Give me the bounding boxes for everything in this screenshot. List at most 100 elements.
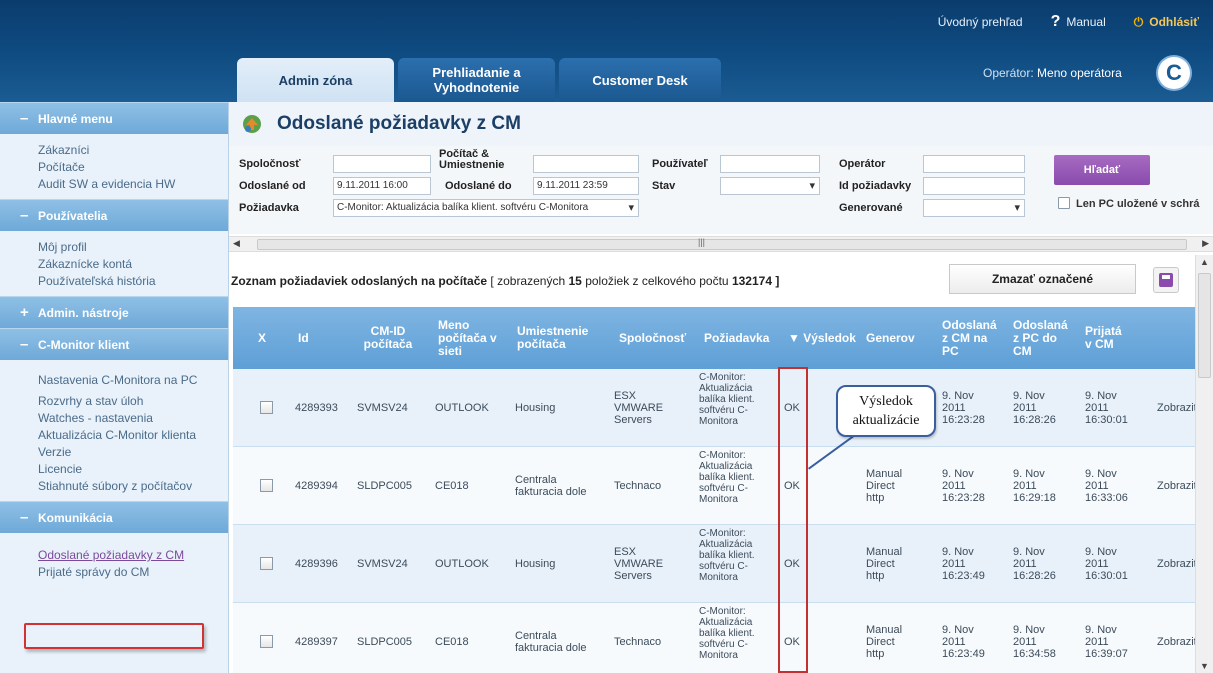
tab-customer-label: Customer Desk	[592, 72, 688, 88]
sent-from-input[interactable]: 9.11.2011 16:00	[333, 177, 431, 195]
col-location[interactable]: Umiestnenie počítača	[517, 307, 588, 369]
sidebar-item-versions[interactable]: Verzie	[38, 444, 228, 461]
col-sent-pc[interactable]: Odoslaná z PC do CM	[1013, 307, 1068, 369]
manual-link[interactable]: ? Manual	[1037, 13, 1120, 31]
vertical-scrollbar[interactable]: ▲ ▼	[1195, 255, 1213, 673]
sidebar-item-cm-settings[interactable]: Nastavenia C-Monitora na PC	[38, 372, 228, 389]
cell-req-4: softvéru C-	[699, 561, 748, 572]
show-link[interactable]: Zobraziť	[1157, 480, 1198, 492]
scroll-right-icon[interactable]: ▶	[1202, 238, 1209, 249]
cell-year: 2011	[1085, 558, 1109, 570]
sidebar-item-received-messages[interactable]: Prijaté správy do CM	[38, 564, 228, 581]
sidebar-item-my-profile[interactable]: Môj profil	[38, 239, 228, 256]
sidebar-section-admin-tools[interactable]: + Admin. nástroje	[0, 296, 228, 328]
sidebar-item-audit[interactable]: Audit SW a evidencia HW	[38, 176, 228, 193]
collapse-icon: –	[20, 207, 29, 224]
section-title: Komunikácia	[38, 510, 113, 525]
operator-input[interactable]	[923, 155, 1025, 173]
scroll-left-icon[interactable]: ◀	[233, 238, 240, 249]
cell-gen-3: http	[866, 492, 885, 504]
request-id-input[interactable]	[923, 177, 1025, 195]
state-select[interactable]	[720, 177, 820, 195]
overview-link[interactable]: Úvodný prehľad	[924, 15, 1037, 29]
sidebar-item-watches[interactable]: Watches - nastavenia	[38, 410, 228, 427]
request-select[interactable]: C-Monitor: Aktualizácia balíka klient. s…	[333, 199, 639, 217]
company-input[interactable]	[333, 155, 431, 173]
vertical-scroll-thumb[interactable]	[1198, 273, 1211, 378]
cell-company: ESX VMWARE Servers	[614, 546, 663, 582]
highlight-frame	[24, 623, 204, 649]
manual-link-label: Manual	[1066, 15, 1106, 29]
user-input[interactable]	[720, 155, 820, 173]
cell-comp-1: ESX	[614, 546, 637, 558]
sidebar-item-downloaded-files[interactable]: Stiahnuté súbory z počítačov	[38, 478, 228, 495]
delete-selected-button[interactable]: Zmazať označené	[949, 264, 1136, 294]
save-button[interactable]	[1153, 267, 1179, 293]
horizontal-scrollbar[interactable]: ◀ ||| ▶	[229, 236, 1213, 252]
app-logo-letter: C	[1166, 60, 1182, 85]
search-button[interactable]: Hľadať	[1054, 155, 1150, 185]
tab-customer-desk[interactable]: Customer Desk	[559, 58, 721, 102]
sidebar-item-customers[interactable]: Zákazníci	[38, 142, 228, 159]
col-x[interactable]: X	[258, 307, 266, 369]
col-generated[interactable]: Generov	[866, 307, 915, 369]
show-link[interactable]: Zobraziť	[1157, 558, 1198, 570]
table-row[interactable]: 4289396 SVMSV24 OUTLOOK Housing ESX VMWAR…	[233, 525, 1198, 603]
sidebar-item-customer-accounts[interactable]: Zákaznícke kontá	[38, 256, 228, 273]
tab-admin-zone[interactable]: Admin zóna	[237, 58, 394, 102]
sidebar-item-user-history[interactable]: Používateľská história	[38, 273, 228, 290]
cell-comp-1: ESX	[614, 390, 637, 402]
show-link[interactable]: Zobraziť	[1157, 636, 1198, 648]
total-count: 132174	[731, 274, 772, 288]
table-row[interactable]: 4289394 SLDPC005 CE018 Centrala fakturaci…	[233, 447, 1198, 525]
cell-cmid: SLDPC005	[357, 480, 413, 492]
sidebar-item-computers[interactable]: Počítače	[38, 159, 228, 176]
only-saved-checkbox[interactable]	[1058, 197, 1070, 209]
scroll-up-icon[interactable]: ▲	[1200, 257, 1209, 267]
horizontal-scroll-thumb[interactable]: |||	[257, 237, 1187, 250]
collapse-icon: –	[20, 110, 29, 127]
sidebar-item-sent-requests[interactable]: Odoslané požiadavky z CM	[38, 547, 228, 564]
sidebar-section-communication[interactable]: – Komunikácia	[0, 501, 228, 533]
cell-req-5: Monitora	[699, 416, 738, 427]
col-sent-cm[interactable]: Odoslaná z CM na PC	[942, 307, 997, 369]
sidebar-item-schedules[interactable]: Rozvrhy a stav úloh	[38, 393, 228, 410]
sidebar-section-cmonitor[interactable]: – C-Monitor klient	[0, 328, 228, 360]
sidebar-item-licenses[interactable]: Licencie	[38, 461, 228, 478]
collapse-icon: –	[20, 509, 29, 526]
row-checkbox[interactable]	[260, 557, 273, 570]
row-checkbox[interactable]	[260, 401, 273, 414]
sidebar-section-main-menu[interactable]: – Hlavné menu	[0, 102, 228, 134]
col-cmid[interactable]: CM-ID počítača	[358, 307, 418, 369]
cell-sent-cm: 9. Nov 2011 16:23:49	[942, 624, 985, 660]
section-title: Admin. nástroje	[38, 305, 129, 320]
col-id[interactable]: Id	[298, 307, 309, 369]
only-saved-label: Len PC uložené v schrá	[1076, 198, 1200, 210]
computer-input[interactable]	[533, 155, 639, 173]
tab-browsing-evaluation[interactable]: Prehliadanie a Vyhodnotenie	[398, 58, 555, 102]
logout-link[interactable]: ⏻ Odhlásiť	[1120, 15, 1213, 30]
col-recv-l2: v CM	[1085, 337, 1114, 351]
col-result[interactable]: ▼ Výsledok	[788, 307, 856, 369]
col-company[interactable]: Spoločnosť	[619, 307, 686, 369]
row-checkbox[interactable]	[260, 635, 273, 648]
app-logo[interactable]: C	[1158, 57, 1190, 89]
sent-to-input[interactable]: 9.11.2011 23:59	[533, 177, 639, 195]
sidebar-item-cm-update[interactable]: Aktualizácia C-Monitor klienta	[38, 427, 228, 444]
table-row[interactable]: 4289397 SLDPC005 CE018 Centrala fakturaci…	[233, 603, 1198, 673]
col-name[interactable]: Meno počítača v sieti	[438, 307, 497, 369]
scroll-down-icon[interactable]: ▼	[1200, 661, 1209, 671]
cell-date: 9. Nov	[1013, 624, 1045, 636]
table-row[interactable]: 4289393 SVMSV24 OUTLOOK Housing ESX VMWAR…	[233, 369, 1198, 447]
top-links: Úvodný prehľad ? Manual ⏻ Odhlásiť	[924, 0, 1213, 44]
col-received[interactable]: Prijatá v CM	[1085, 307, 1122, 369]
cell-name: CE018	[435, 480, 469, 492]
row-checkbox[interactable]	[260, 479, 273, 492]
generated-select[interactable]	[923, 199, 1025, 217]
col-request[interactable]: Požiadavka	[704, 307, 769, 369]
cell-gen-2: Direct	[866, 480, 895, 492]
show-link[interactable]: Zobraziť	[1157, 402, 1198, 414]
sidebar-section-users[interactable]: – Používatelia	[0, 199, 228, 231]
table-header: X Id CM-ID počítača Meno počítača v sieti U…	[233, 307, 1195, 369]
collapse-icon: –	[20, 336, 29, 353]
